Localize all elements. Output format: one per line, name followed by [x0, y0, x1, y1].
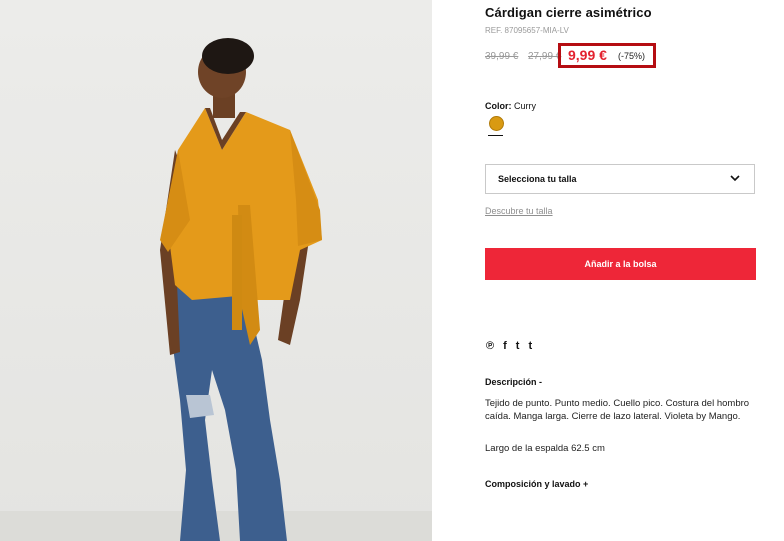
description-text: Tejido de punto. Punto medio. Cuello pic…: [485, 398, 750, 422]
color-label-text: Color:: [485, 101, 512, 111]
description-heading[interactable]: Descripción -: [485, 377, 542, 387]
product-reference: REF. 87095657-MIA-LV: [485, 26, 569, 35]
size-select-label: Selecciona tu talla: [498, 174, 577, 184]
chevron-down-icon: [730, 175, 740, 182]
tumblr-icon[interactable]: t: [528, 339, 532, 353]
discount-badge: (-75%): [618, 51, 646, 61]
previous-price: 27,99 €: [528, 51, 562, 62]
swatch-selected-indicator: [488, 135, 503, 136]
product-title: Cárdigan cierre asimétrico: [485, 5, 652, 20]
facebook-icon[interactable]: f: [503, 339, 507, 353]
back-length-text: Largo de la espalda 62.5 cm: [485, 443, 605, 454]
model-illustration: [160, 38, 322, 541]
twitter-icon[interactable]: t: [516, 339, 520, 353]
pinterest-icon[interactable]: ℗: [486, 339, 494, 353]
product-image[interactable]: [0, 0, 432, 541]
color-value: Curry: [514, 101, 537, 111]
color-swatch-curry[interactable]: [489, 116, 504, 131]
sale-price: 9,99 €: [568, 47, 607, 63]
size-guide-link[interactable]: Descubre tu talla: [485, 206, 553, 216]
color-label: Color: Curry: [485, 101, 536, 111]
add-to-bag-button[interactable]: Añadir a la bolsa: [485, 248, 756, 280]
original-price: 39,99 €: [485, 51, 519, 62]
composition-heading[interactable]: Composición y lavado +: [485, 479, 588, 489]
size-select[interactable]: Selecciona tu talla: [485, 164, 755, 194]
social-share-bar: ℗ f t t: [486, 339, 532, 353]
